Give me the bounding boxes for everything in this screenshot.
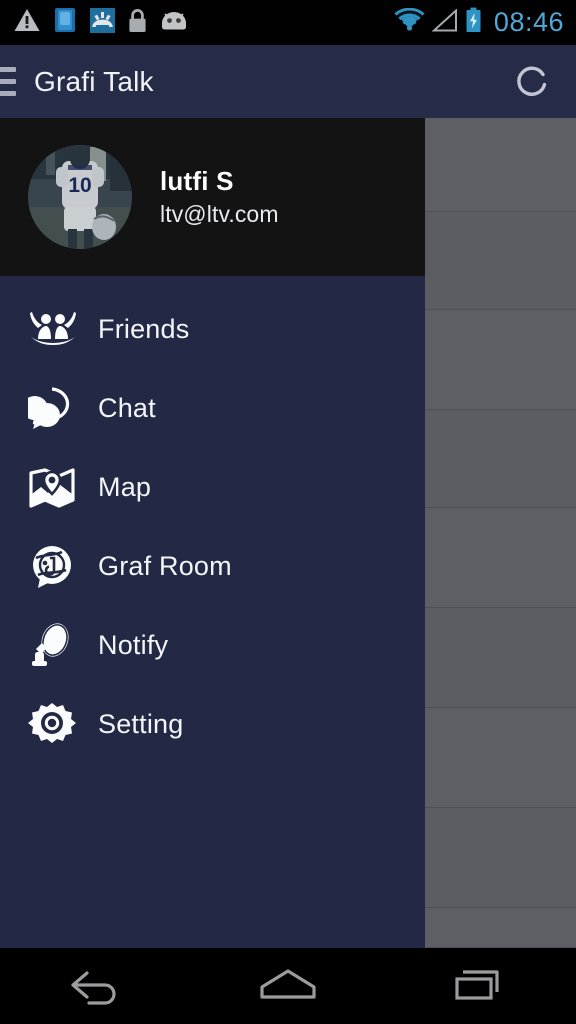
menu-item-label: Map [98, 472, 152, 502]
hamburger-bar-3 [0, 91, 16, 96]
menu-item-label: Graf Room [98, 551, 232, 581]
drawer-menu: Friends Chat Map Graf Room Notify Settin… [0, 276, 425, 764]
home-icon [256, 963, 320, 1010]
navigation-drawer: 10 lutfi S ltv@ltv.com Friends Chat Map … [0, 118, 425, 948]
status-bar-left-icons [14, 7, 188, 38]
menu-item-map[interactable]: Map [0, 448, 425, 527]
menu-item-label: Chat [98, 393, 156, 423]
cell-signal-icon [431, 7, 458, 37]
menu-item-notify[interactable]: Notify [0, 606, 425, 685]
android-navigation-bar [0, 948, 576, 1024]
sdcard-icon [53, 7, 77, 38]
recent-apps-icon [451, 963, 509, 1010]
menu-item-label: Friends [98, 314, 190, 344]
wifi-icon [394, 7, 425, 37]
hamburger-menu-icon[interactable] [0, 67, 16, 96]
friends-icon [28, 305, 84, 355]
chat-bubbles-icon [28, 384, 84, 434]
drawer-profile-header[interactable]: 10 lutfi S ltv@ltv.com [0, 118, 425, 276]
status-bar: 08:46 [0, 0, 576, 45]
menu-item-chat[interactable]: Chat [0, 369, 425, 448]
lock-icon [128, 8, 147, 38]
menu-item-graf-room[interactable]: Graf Room [0, 527, 425, 606]
avatar[interactable]: 10 [28, 145, 132, 249]
phone-screen: 08:46 Grafi Talk 10 lutfi S ltv@ltv.com … [0, 0, 576, 1024]
profile-name: lutfi S [160, 165, 234, 196]
back-arrow-icon [67, 963, 125, 1010]
back-button[interactable] [0, 948, 192, 1024]
home-button[interactable] [192, 948, 384, 1024]
hamburger-bar-2 [0, 79, 16, 84]
android-debug-icon [160, 10, 188, 36]
developer-settings-icon [90, 7, 115, 38]
menu-item-friends[interactable]: Friends [0, 290, 425, 369]
recents-button[interactable] [384, 948, 576, 1024]
hamburger-bar-1 [0, 67, 16, 72]
refresh-icon[interactable] [511, 60, 555, 104]
action-bar: Grafi Talk [0, 45, 576, 118]
gear-icon [28, 700, 84, 750]
menu-item-label: Notify [98, 630, 169, 660]
profile-text: lutfi S ltv@ltv.com [160, 165, 279, 227]
battery-charging-icon [465, 7, 482, 38]
app-title: Grafi Talk [34, 65, 154, 97]
graf-room-icon [28, 542, 84, 592]
menu-item-label: Setting [98, 709, 184, 739]
menu-item-setting[interactable]: Setting [0, 685, 425, 764]
status-bar-right-icons: 08:46 [394, 7, 564, 38]
profile-email: ltv@ltv.com [160, 200, 279, 227]
map-pin-icon [28, 463, 84, 513]
satellite-dish-icon [28, 621, 84, 671]
status-clock: 08:46 [493, 7, 564, 37]
warning-icon [14, 8, 40, 37]
